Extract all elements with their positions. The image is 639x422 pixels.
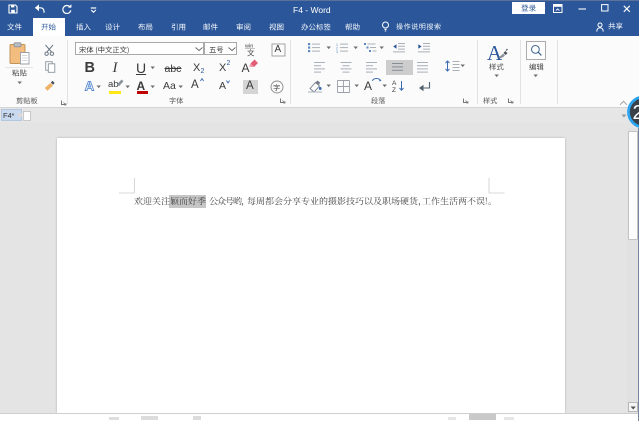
svg-text:A: A <box>84 79 94 92</box>
svg-text:2: 2 <box>633 102 639 124</box>
svg-text:Z: Z <box>392 87 396 93</box>
svg-text:3: 3 <box>336 50 338 53</box>
svg-text:A: A <box>392 80 397 87</box>
svg-text:A: A <box>487 43 503 62</box>
